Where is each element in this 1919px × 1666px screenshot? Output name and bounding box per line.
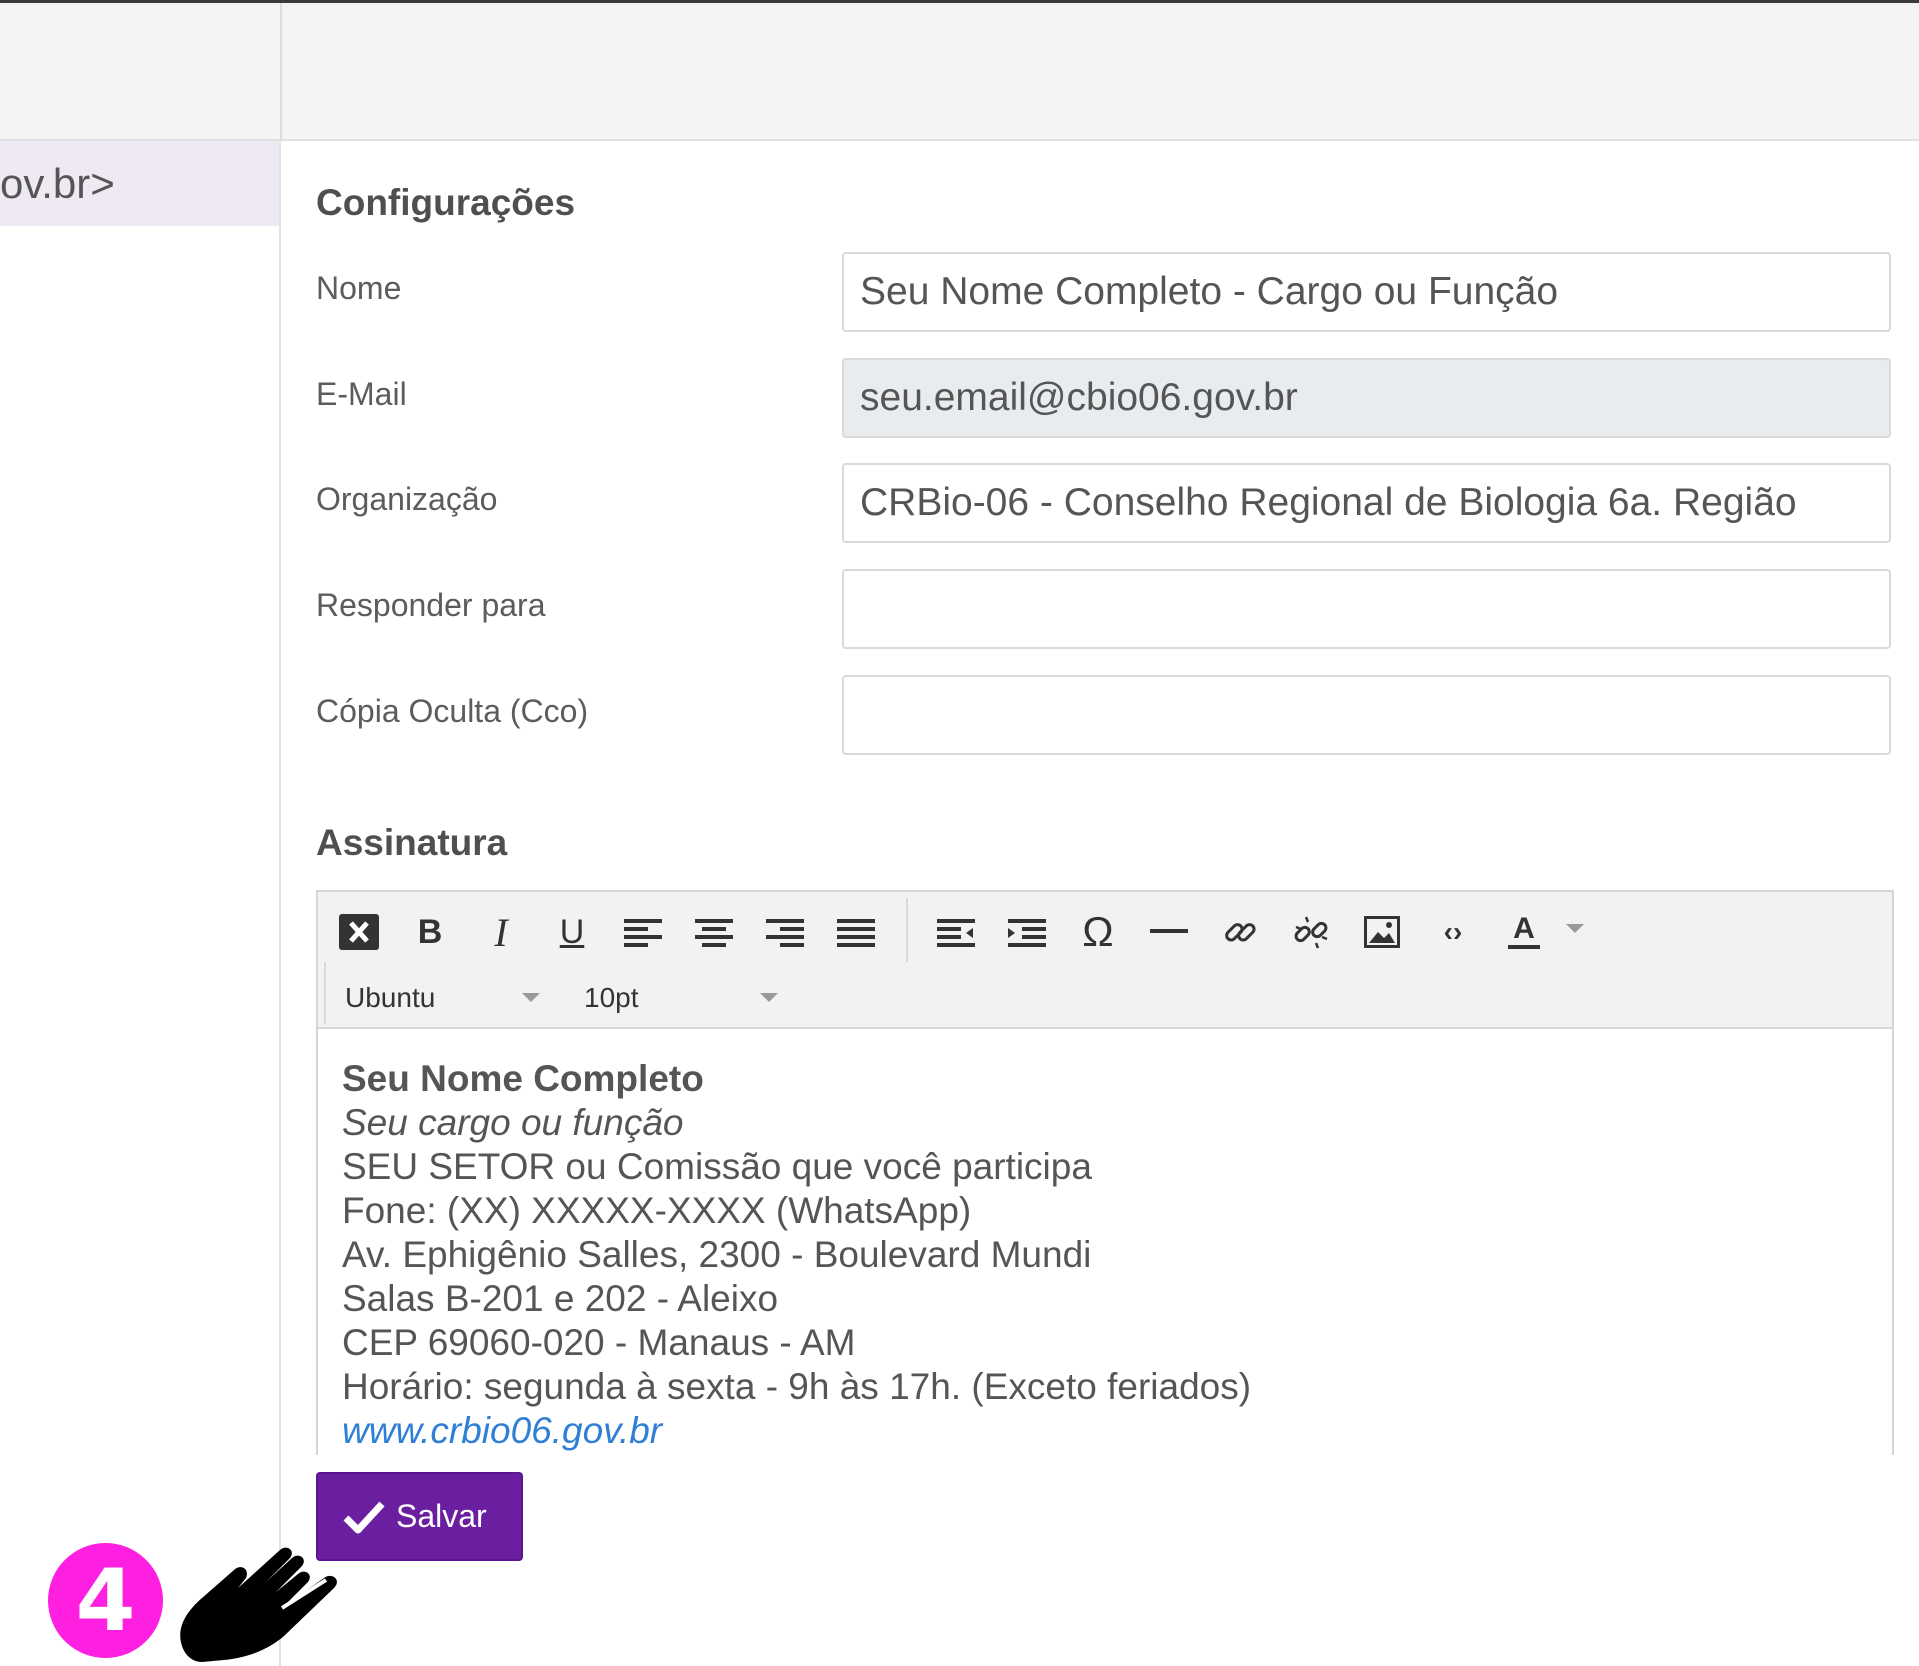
reply-to-input[interactable]	[842, 569, 1891, 649]
editor-toolbar: B I U Ω ‹› A Ubuntu 10pt	[318, 892, 1892, 1029]
signature-address-3: CEP 69060-020 - Manaus - AM	[342, 1322, 856, 1363]
align-right-icon[interactable]	[757, 904, 813, 960]
toolbar-separator	[324, 962, 326, 1024]
organization-input[interactable]	[842, 463, 1891, 543]
link-icon[interactable]	[1212, 904, 1268, 960]
email-field	[842, 358, 1891, 438]
sidebar: ov.br>	[0, 141, 281, 1666]
font-size-value: 10pt	[584, 982, 639, 1013]
sidebar-item-identity[interactable]: ov.br>	[0, 141, 279, 226]
align-center-icon[interactable]	[686, 904, 742, 960]
italic-icon[interactable]: I	[473, 904, 529, 960]
horizontal-rule-icon[interactable]	[1141, 904, 1197, 960]
signature-hours: Horário: segunda à sexta - 9h às 17h. (E…	[342, 1366, 1252, 1407]
align-left-icon[interactable]	[615, 904, 671, 960]
outdent-icon[interactable]	[928, 904, 984, 960]
sidebar-item-label: ov.br>	[0, 159, 115, 207]
pointing-hand-icon	[180, 1547, 337, 1662]
signature-content[interactable]: Seu Nome Completo Seu cargo ou função SE…	[342, 1057, 1251, 1453]
signature-phone: Fone: (XX) XXXXX-XXXX (WhatsApp)	[342, 1190, 972, 1231]
signature-title: Assinatura	[316, 822, 508, 863]
signature-address-1: Av. Ephigênio Salles, 2300 - Boulevard M…	[342, 1234, 1092, 1275]
bcc-input[interactable]	[842, 675, 1891, 755]
image-icon[interactable]	[1354, 904, 1410, 960]
indent-icon[interactable]	[999, 904, 1055, 960]
justify-icon[interactable]	[828, 904, 884, 960]
organization-label: Organização	[316, 481, 498, 517]
signature-editor: B I U Ω ‹› A Ubuntu 10pt Seu Nome Comple…	[316, 890, 1894, 1455]
unlink-icon[interactable]	[1283, 904, 1339, 960]
bold-icon[interactable]: B	[402, 904, 458, 960]
email-label: E-Mail	[316, 376, 407, 412]
font-family-value: Ubuntu	[345, 982, 436, 1013]
settings-title: Configurações	[316, 182, 576, 223]
signature-sector: SEU SETOR ou Comissão que você participa	[342, 1146, 1092, 1187]
signature-role: Seu cargo ou função	[342, 1102, 684, 1143]
text-color-icon[interactable]: A	[1496, 904, 1552, 960]
signature-website-link[interactable]: www.crbio06.gov.br	[342, 1409, 1251, 1453]
name-label: Nome	[316, 270, 402, 306]
save-button-label: Salvar	[396, 1498, 487, 1534]
font-family-select[interactable]: Ubuntu	[345, 976, 435, 1020]
code-view-icon[interactable]: ‹›	[1425, 904, 1481, 960]
font-size-select[interactable]: 10pt	[584, 976, 639, 1020]
svg-text:A: A	[1513, 912, 1535, 945]
bcc-label: Cópia Oculta (Cco)	[316, 693, 589, 729]
step-number-badge: 4	[48, 1543, 163, 1658]
underline-icon[interactable]: U	[544, 904, 600, 960]
header-divider	[280, 3, 282, 141]
name-input[interactable]	[842, 252, 1891, 332]
header-bar	[0, 3, 1919, 141]
toolbar-separator	[906, 898, 908, 962]
special-char-icon[interactable]: Ω	[1070, 904, 1126, 960]
reply-to-label: Responder para	[316, 587, 546, 623]
text-color-dropdown-icon[interactable]	[1566, 924, 1584, 933]
chevron-down-icon[interactable]	[760, 993, 778, 1002]
signature-name: Seu Nome Completo	[342, 1058, 704, 1099]
signature-address-2: Salas B-201 e 202 - Aleixo	[342, 1278, 779, 1319]
clear-format-icon[interactable]	[331, 904, 387, 960]
chevron-down-icon[interactable]	[522, 993, 540, 1002]
